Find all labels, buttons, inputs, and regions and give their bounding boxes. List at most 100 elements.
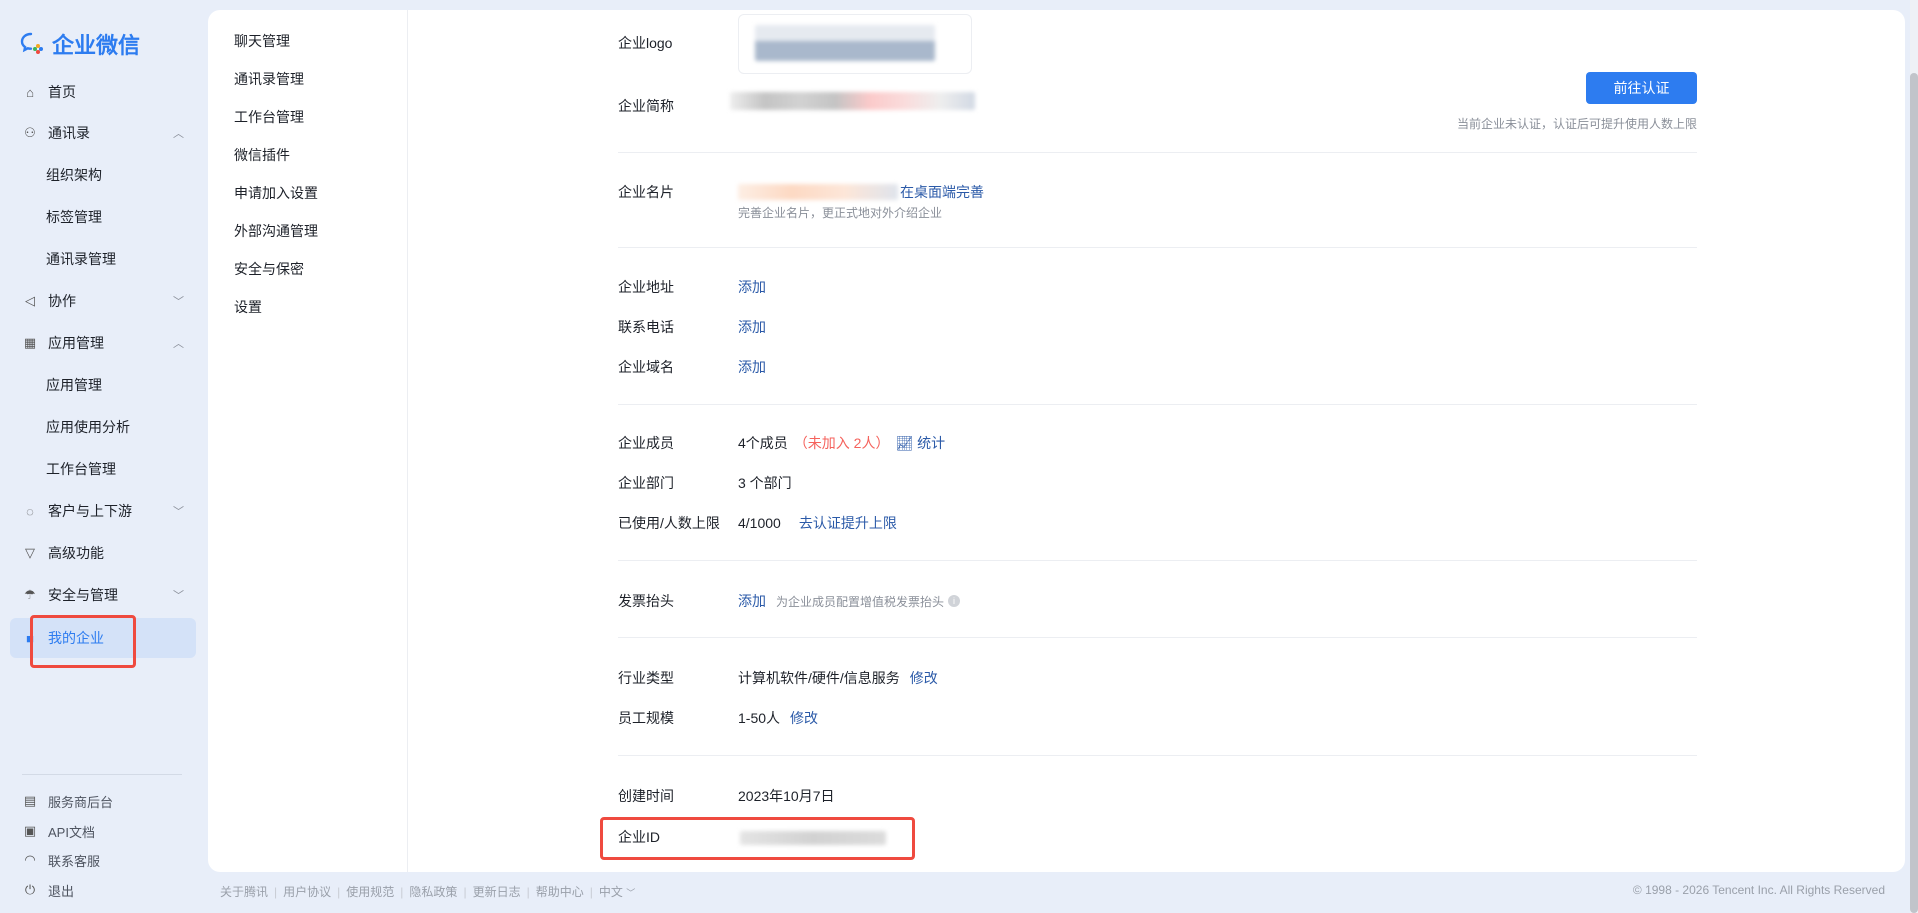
footer-link[interactable]: 使用规范	[346, 883, 394, 900]
sidebar-item-provider[interactable]: ▤ 服务商后台	[22, 787, 192, 815]
footer-link[interactable]: 关于腾讯	[220, 883, 268, 900]
industry-text: 计算机软件/硬件/信息服务	[738, 670, 900, 686]
sidebar-item-label: 高级功能	[48, 545, 104, 561]
members-stats-link[interactable]: 📈︎ 统计	[895, 433, 945, 453]
short-name-value-redacted	[730, 92, 975, 110]
add-domain-link[interactable]: 添加	[738, 357, 766, 377]
card-name-redacted	[738, 184, 898, 200]
sidebar-item-security[interactable]: ☂ 安全与管理 ﹀	[22, 581, 192, 609]
chat-icon: ◌	[26, 503, 34, 519]
add-phone-link[interactable]: 添加	[738, 317, 766, 337]
chevron-up-icon: ︿	[173, 338, 184, 350]
members-pending: （未加入 2人）	[793, 435, 890, 451]
edit-size-link[interactable]: 修改	[790, 708, 818, 728]
stats-chart-icon: 📈︎	[895, 435, 914, 451]
headset-icon: ◠	[24, 852, 36, 867]
sidebar-item-workbench[interactable]: 工作台管理	[46, 455, 216, 483]
add-invoice-link[interactable]: 添加	[738, 591, 766, 611]
sidebar-item-label: API文档	[48, 824, 95, 840]
company-logo-image[interactable]	[738, 14, 972, 74]
sidebar-item-customers[interactable]: ◌ 客户与上下游 ﹀	[22, 497, 192, 525]
language-select[interactable]: 中文 ﹀	[599, 883, 635, 900]
footer-link[interactable]: 隐私政策	[409, 883, 457, 900]
logo-label: 企业logo	[618, 35, 673, 51]
sidebar-item-org-structure[interactable]: 组织架构	[46, 161, 216, 189]
sidebar-item-label: 服务商后台	[48, 794, 114, 810]
created-value: 2023年10月7日	[738, 788, 835, 804]
annotation-highlight-box	[600, 817, 915, 860]
subnav-chat[interactable]: 聊天管理	[234, 31, 290, 51]
footer-link[interactable]: 帮助中心	[536, 883, 584, 900]
card-hint: 完善企业名片，更正式地对外介绍企业	[738, 206, 943, 220]
sidebar-divider	[22, 774, 182, 775]
chevron-down-icon: ﹀	[173, 590, 184, 602]
org-icon: ⚇	[24, 125, 36, 140]
subnav-wechat-plugin[interactable]: 微信插件	[234, 145, 290, 165]
subnav-security[interactable]: 安全与保密	[234, 259, 304, 279]
scrollbar-thumb[interactable]	[1910, 73, 1918, 913]
sidebar-item-label: 应用使用分析	[46, 419, 130, 435]
edit-industry-link[interactable]: 修改	[910, 668, 938, 688]
section-divider	[618, 247, 1697, 248]
subnav-settings[interactable]: 设置	[234, 297, 262, 317]
sidebar-item-label: 标签管理	[46, 209, 102, 225]
sidebar-item-label: 应用管理	[48, 335, 104, 351]
verify-button[interactable]: 前往认证	[1586, 72, 1697, 104]
footer-links: 关于腾讯 | 用户协议 | 使用规范 | 隐私政策 | 更新日志 | 帮助中心 | 中文 ﹀	[220, 883, 636, 900]
sidebar-item-label: 安全与管理	[48, 587, 118, 603]
section-divider	[618, 404, 1697, 405]
sidebar-item-contacts[interactable]: ⚇ 通讯录 ︿	[22, 119, 192, 147]
collab-icon: ◁	[25, 293, 35, 308]
chevron-down-icon: ﹀	[173, 296, 184, 308]
annotation-highlight-box	[30, 615, 136, 668]
section-divider	[618, 637, 1697, 638]
sidebar-item-contacts-manage[interactable]: 通讯录管理	[46, 245, 216, 273]
sidebar-item-advanced[interactable]: ▽ 高级功能	[22, 539, 192, 567]
section-divider	[618, 755, 1697, 756]
provider-icon: ▤	[23, 793, 37, 808]
usage-label: 已使用/人数上限	[618, 515, 720, 531]
sidebar-item-home[interactable]: ⌂ 首页	[22, 78, 192, 106]
sidebar-item-app-manage[interactable]: 应用管理	[46, 371, 216, 399]
complete-on-desktop-link[interactable]: 在桌面端完善	[900, 182, 984, 202]
apps-icon: ▦	[23, 335, 37, 350]
address-label: 企业地址	[618, 279, 674, 295]
main-panel	[208, 10, 1905, 872]
domain-label: 企业域名	[618, 359, 674, 375]
wecom-logo-icon	[20, 32, 43, 54]
size-value: 1-50人 修改	[738, 708, 818, 728]
sidebar-item-api-docs[interactable]: ▣ API文档	[22, 817, 192, 845]
sidebar-item-collab[interactable]: ◁ 协作 ﹀	[22, 287, 192, 315]
subnav-external[interactable]: 外部沟通管理	[234, 221, 318, 241]
subnav-contacts[interactable]: 通讯录管理	[234, 69, 304, 89]
sidebar-item-tags[interactable]: 标签管理	[46, 203, 216, 231]
language-label: 中文	[598, 885, 623, 899]
created-label: 创建时间	[618, 788, 674, 804]
footer-link[interactable]: 更新日志	[473, 883, 521, 900]
departments-value: 3 个部门	[738, 475, 792, 491]
usage-value: 4/1000 去认证提升上限	[738, 513, 897, 533]
sidebar-item-label: 退出	[48, 883, 75, 899]
sidebar-item-apps[interactable]: ▦ 应用管理 ︿	[22, 329, 192, 357]
add-address-link[interactable]: 添加	[738, 277, 766, 297]
sidebar-item-logout[interactable]: ⏻ 退出	[22, 876, 192, 904]
sidebar-item-support[interactable]: ◠ 联系客服	[22, 846, 192, 874]
sidebar-item-app-analytics[interactable]: 应用使用分析	[46, 413, 216, 441]
usage-count: 4/1000	[738, 515, 781, 531]
umbrella-icon: ☂	[24, 587, 36, 602]
departments-label: 企业部门	[618, 475, 674, 491]
invoice-hint: 为企业成员配置增值税发票抬头	[776, 594, 945, 609]
info-icon[interactable]: i	[948, 595, 961, 607]
sidebar-item-label: 首页	[48, 84, 76, 100]
subnav-workbench[interactable]: 工作台管理	[234, 107, 304, 127]
brand-name: 企业微信	[52, 33, 141, 58]
stats-label: 统计	[917, 435, 946, 451]
brand-logo[interactable]: 企业微信	[20, 28, 140, 60]
verify-hint: 当前企业未认证，认证后可提升使用人数上限	[1456, 117, 1697, 131]
sidebar-item-label: 组织架构	[46, 167, 102, 183]
subnav-join-settings[interactable]: 申请加入设置	[234, 183, 318, 203]
sidebar-item-label: 客户与上下游	[48, 503, 132, 519]
verify-raise-limit-link[interactable]: 去认证提升上限	[799, 513, 897, 533]
invoice-value: 添加 为企业成员配置增值税发票抬头 i	[738, 591, 961, 611]
footer-link[interactable]: 用户协议	[283, 883, 331, 900]
